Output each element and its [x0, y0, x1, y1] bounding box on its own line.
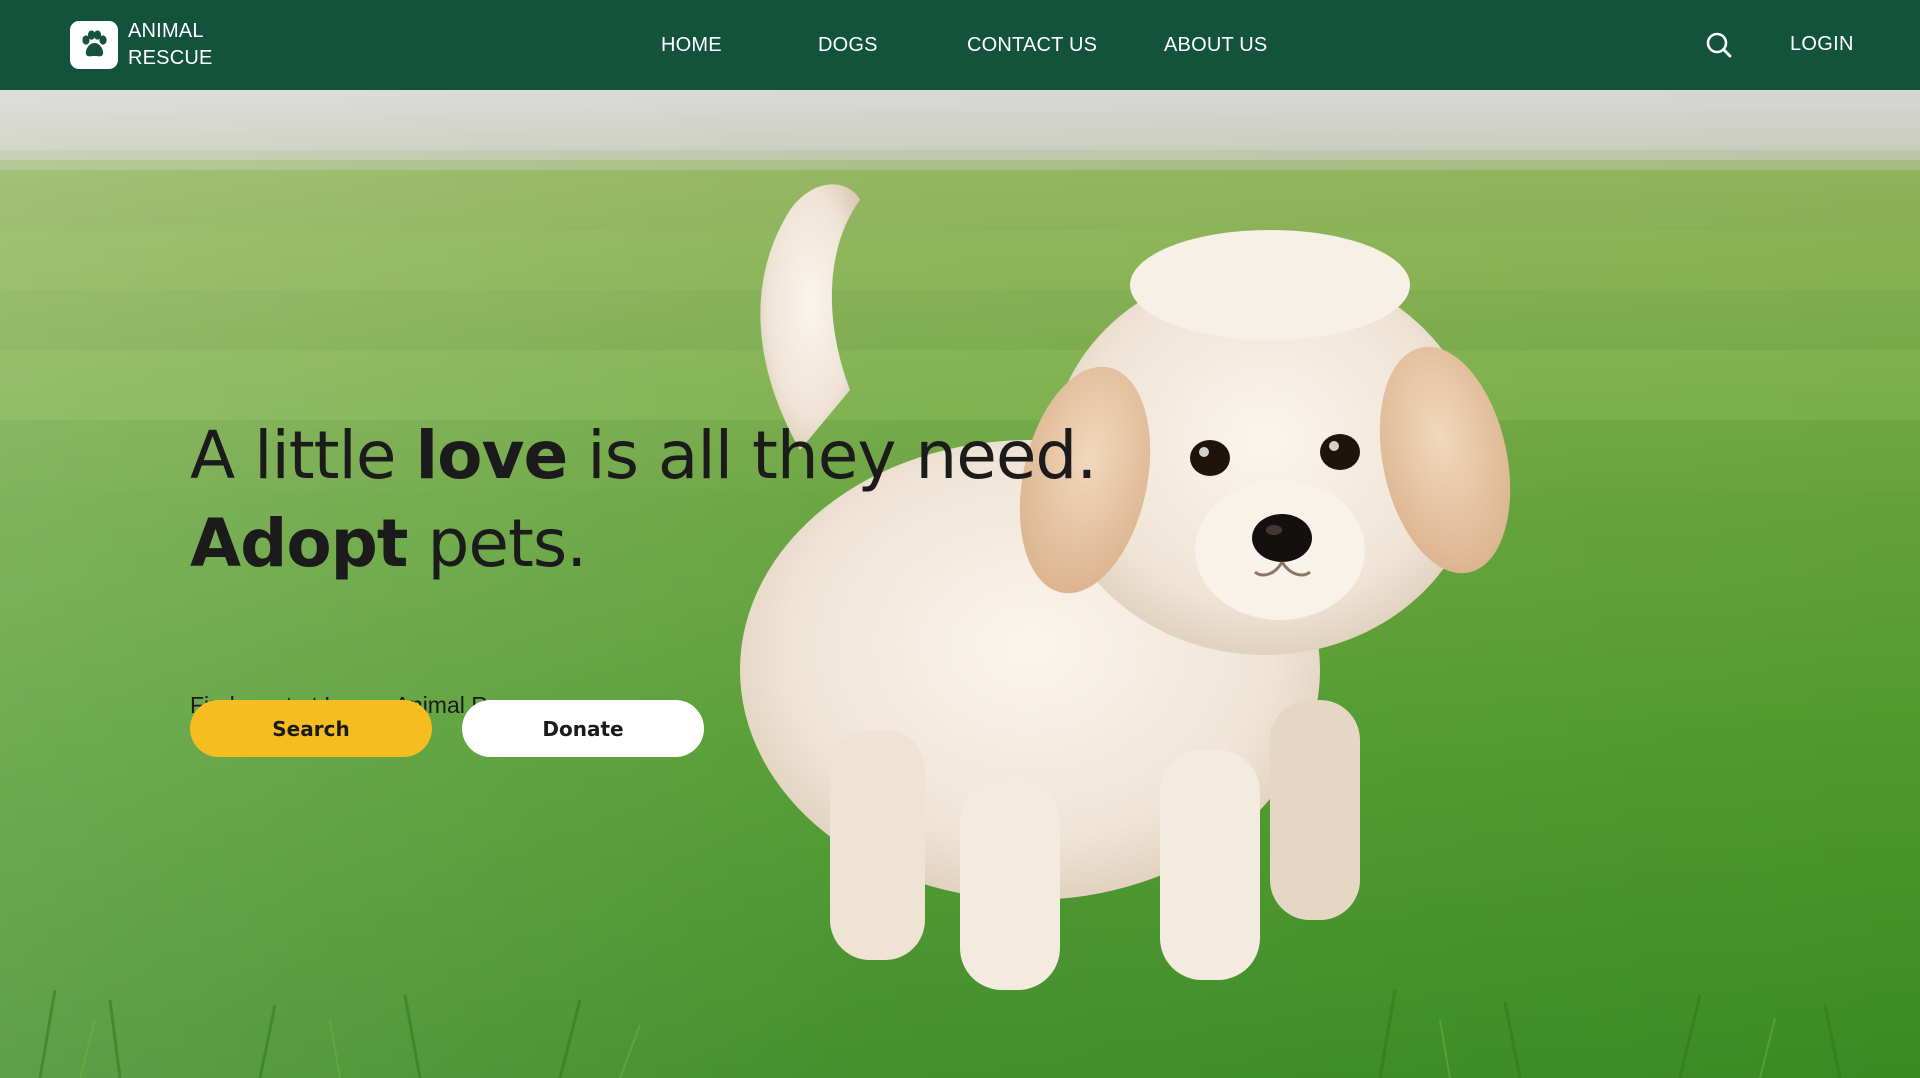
nav-item-about-us[interactable]: ABOUT US	[1164, 33, 1267, 57]
nav-item-dogs[interactable]: DOGS	[818, 33, 878, 57]
brand-name-line2: RESCUE	[128, 47, 213, 69]
page: ANIMAL RESCUE HOME DOGS CONTACT US ABOUT…	[0, 0, 1920, 1078]
brand[interactable]: ANIMAL RESCUE	[70, 20, 213, 70]
nav-item-home[interactable]: HOME	[661, 33, 722, 57]
donate-button[interactable]: Donate	[462, 700, 704, 757]
top-navbar: ANIMAL RESCUE HOME DOGS CONTACT US ABOUT…	[0, 0, 1920, 90]
hero-headline: A little love is all they need. Adopt pe…	[190, 412, 1097, 588]
paw-icon	[70, 21, 118, 69]
brand-name-line1: ANIMAL	[128, 20, 204, 42]
brand-name: ANIMAL RESCUE	[128, 18, 213, 72]
login-link[interactable]: LOGIN	[1790, 32, 1854, 56]
hero-headline-line2: Adopt pets.	[190, 505, 587, 582]
nav-item-contact-us[interactable]: CONTACT US	[967, 33, 1097, 57]
hero-headline-line1: A little love is all they need.	[190, 417, 1097, 494]
hero-section: A little love is all they need. Adopt pe…	[0, 90, 1920, 1078]
search-button[interactable]: Search	[190, 700, 432, 757]
search-icon[interactable]	[1704, 30, 1734, 60]
